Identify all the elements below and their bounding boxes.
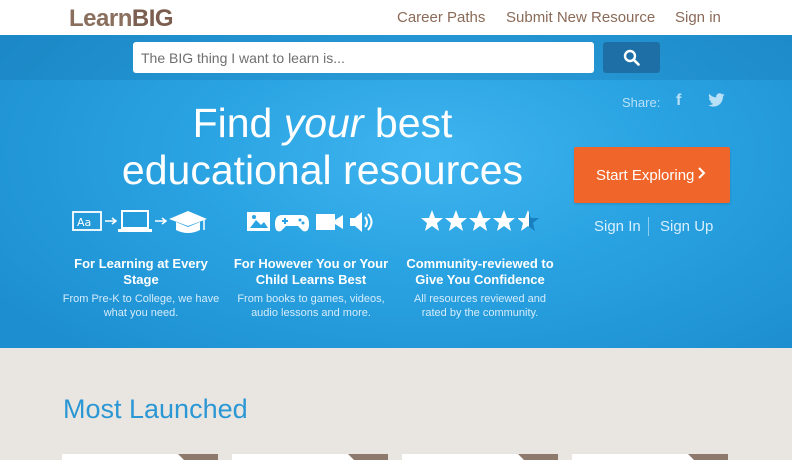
media-types-icons: [247, 212, 373, 232]
star-icon: [469, 210, 491, 231]
search-bar: [0, 35, 792, 80]
share-label: Share:: [622, 95, 661, 110]
arrow-icon: [105, 217, 118, 225]
nav-career-paths[interactable]: Career Paths: [397, 9, 485, 26]
sign-up-link[interactable]: Sign Up: [660, 218, 713, 235]
video-icon: [316, 214, 343, 230]
card-tag: [688, 454, 728, 460]
star-icon: [493, 210, 515, 231]
laptop-icon: [118, 210, 152, 232]
headline-your: your: [283, 100, 364, 146]
card-tag: [348, 454, 388, 460]
nav-submit-resource[interactable]: Submit New Resource: [506, 9, 655, 26]
card-tag: [178, 454, 218, 460]
logo-big: BIG: [131, 5, 174, 32]
resource-card[interactable]: [62, 454, 218, 460]
hero-headline-line1: Find your best: [60, 103, 585, 144]
image-icon: [247, 212, 270, 231]
logo[interactable]: LearnBIG: [69, 5, 174, 33]
headline-find: Find: [192, 100, 284, 146]
feature-desc-media: From books to games, videos, audio lesso…: [237, 293, 385, 319]
logo-learn: Learn: [69, 5, 132, 32]
speaker-icon: [350, 212, 373, 232]
start-exploring-label: Start Exploring: [596, 166, 695, 184]
resource-card[interactable]: [572, 454, 728, 460]
headline-best: best: [363, 100, 453, 146]
sign-in-link[interactable]: Sign In: [594, 218, 641, 235]
graduation-cap-icon: [169, 211, 207, 233]
start-exploring-button[interactable]: Start Exploring: [574, 147, 730, 203]
search-icon: [623, 49, 640, 66]
text-icon: Aa: [72, 211, 102, 231]
hero-headline-line2: educational resources: [121, 147, 524, 193]
rating-stars: [421, 210, 539, 231]
text-icon-label: Aa: [77, 216, 91, 229]
hero-banner: Share: f Find your best educational reso…: [0, 35, 792, 348]
search-input[interactable]: [133, 42, 594, 73]
arrow-icon: [155, 217, 168, 225]
feature-desc-learning: From Pre-K to College, we have what you …: [62, 293, 220, 319]
section-title: Most Launched: [63, 394, 248, 424]
top-navbar: LearnBIG Career Paths Submit New Resourc…: [0, 0, 792, 35]
twitter-icon[interactable]: [707, 93, 726, 108]
feature-title-media: For However You or Your Child Learns Bes…: [233, 256, 389, 287]
feature-title-learning: For Learning at Every Stage: [74, 256, 208, 287]
resource-card[interactable]: [402, 454, 558, 460]
resource-card[interactable]: [232, 454, 388, 460]
feature-desc-community: All resources reviewed and rated by the …: [413, 293, 547, 319]
card-tag: [518, 454, 558, 460]
feature-title-community: Community-reviewed to Give You Confidenc…: [406, 256, 554, 287]
facebook-icon[interactable]: f: [676, 92, 681, 110]
star-icon: [421, 210, 443, 231]
learning-stages-icons: Aa: [72, 210, 207, 233]
nav-sign-in[interactable]: Sign in: [675, 9, 721, 26]
most-launched-section: Most Launched: [0, 348, 792, 460]
star-icon: [445, 210, 467, 231]
search-button[interactable]: [603, 42, 660, 73]
gamepad-icon: [275, 215, 309, 232]
auth-divider: [648, 217, 649, 236]
chevron-right-icon: [698, 167, 706, 179]
